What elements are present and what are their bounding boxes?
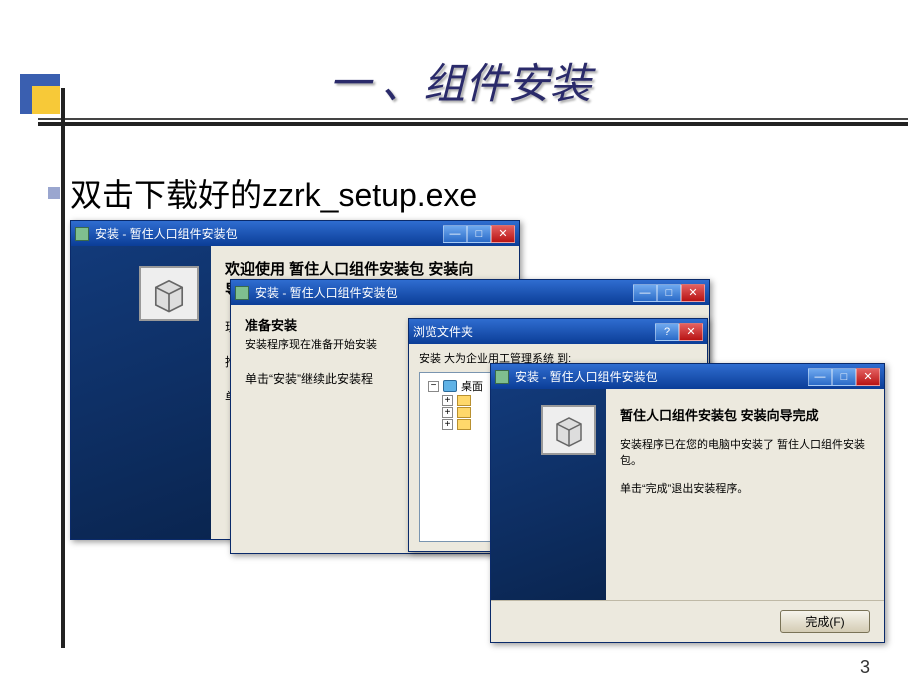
expander-icon[interactable]: − [428, 381, 439, 392]
close-button[interactable]: ✕ [856, 368, 880, 386]
minimize-button[interactable]: — [808, 368, 832, 386]
finish-text-2: 单击“完成”退出安装程序。 [620, 480, 870, 496]
tree-node-label: 桌面 [461, 378, 483, 394]
finish-heading: 暂住人口组件安装包 安装向导完成 [620, 405, 870, 424]
installer-icon [235, 286, 249, 300]
help-button[interactable]: ? [655, 323, 679, 341]
slide: 一 、组件安装 双击下载好的zzrk_setup.exe 安装 - 暂住人口组件… [0, 0, 920, 690]
bullet-marker [48, 187, 60, 199]
titlebar[interactable]: 安装 - 暂住人口组件安装包 — □ ✕ [231, 280, 709, 305]
finish-button-label: 完成(F) [805, 613, 844, 630]
horizontal-rule-thin [38, 118, 908, 120]
installer-finish-dialog: 安装 - 暂住人口组件安装包 — □ ✕ [490, 363, 885, 643]
titlebar-text: 安装 - 暂住人口组件安装包 [95, 225, 238, 242]
box-icon [541, 405, 596, 455]
installer-icon [495, 370, 509, 384]
titlebar-text: 安装 - 暂住人口组件安装包 [515, 368, 658, 385]
bullet-text: 双击下载好的zzrk_setup.exe [70, 170, 477, 216]
expander-icon[interactable]: + [442, 407, 453, 418]
titlebar-text: 安装 - 暂住人口组件安装包 [255, 284, 398, 301]
minimize-button[interactable]: — [633, 284, 657, 302]
horizontal-rule [38, 122, 908, 126]
finish-text-1: 安装程序已在您的电脑中安装了 暂住人口组件安装包。 [620, 436, 870, 468]
maximize-button[interactable]: □ [467, 225, 491, 243]
titlebar[interactable]: 安装 - 暂住人口组件安装包 — □ ✕ [71, 221, 519, 246]
expander-icon[interactable]: + [442, 419, 453, 430]
titlebar[interactable]: 浏览文件夹 ? ✕ [409, 319, 707, 344]
finish-button[interactable]: 完成(F) [780, 610, 870, 633]
wizard-side-banner [71, 246, 211, 539]
close-button[interactable]: ✕ [679, 323, 703, 341]
slide-title: 一 、组件安装 [0, 50, 920, 111]
maximize-button[interactable]: □ [657, 284, 681, 302]
wizard-body: 暂住人口组件安装包 安装向导完成 安装程序已在您的电脑中安装了 暂住人口组件安装… [606, 389, 884, 600]
page-number: 3 [860, 657, 870, 678]
folder-icon [457, 395, 471, 406]
dialog-footer: 完成(F) [491, 600, 884, 642]
maximize-button[interactable]: □ [832, 368, 856, 386]
folder-icon [457, 419, 471, 430]
welcome-heading-l1: 欢迎使用 暂住人口组件安装包 安装向 [225, 261, 473, 278]
titlebar[interactable]: 安装 - 暂住人口组件安装包 — □ ✕ [491, 364, 884, 389]
close-button[interactable]: ✕ [681, 284, 705, 302]
wizard-side-banner [491, 389, 606, 600]
minimize-button[interactable]: — [443, 225, 467, 243]
box-icon [139, 266, 199, 321]
installer-icon [75, 227, 89, 241]
folder-icon [457, 407, 471, 418]
titlebar-text: 浏览文件夹 [413, 323, 473, 340]
close-button[interactable]: ✕ [491, 225, 515, 243]
expander-icon[interactable]: + [442, 395, 453, 406]
bullet-item: 双击下载好的zzrk_setup.exe [48, 170, 477, 216]
desktop-icon [443, 380, 457, 392]
